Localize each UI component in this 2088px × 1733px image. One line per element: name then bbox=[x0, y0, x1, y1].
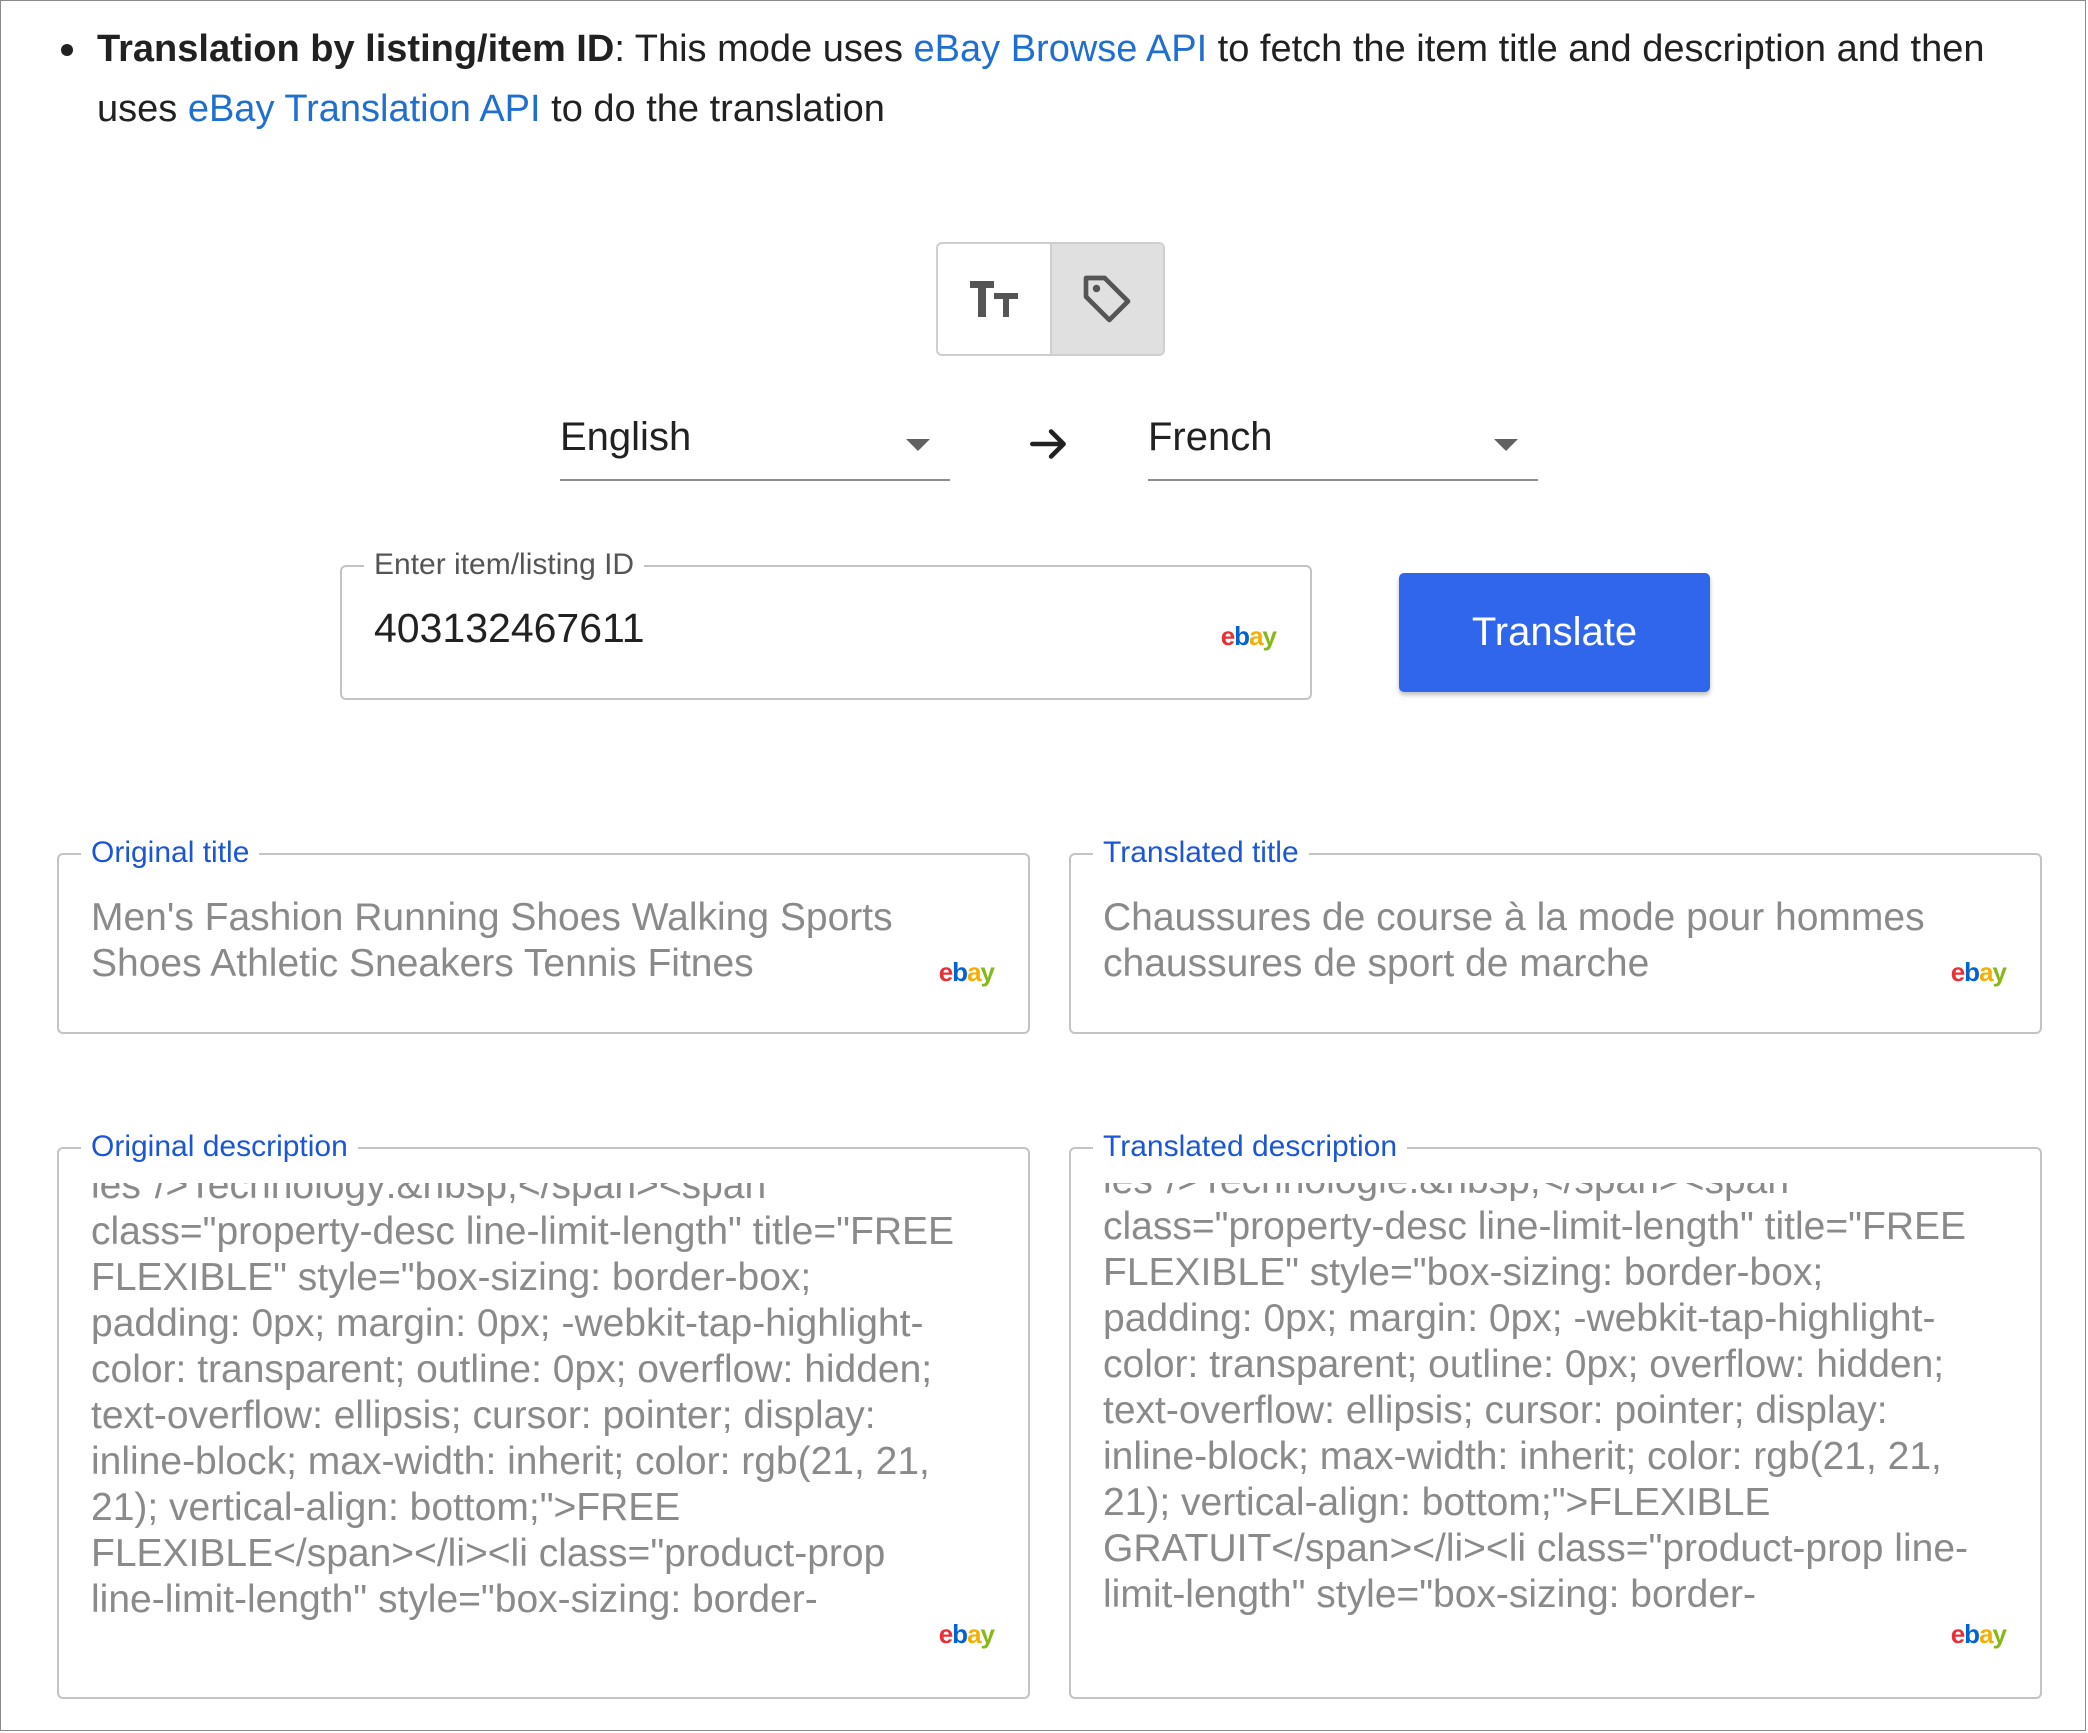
source-language-value: English bbox=[560, 415, 692, 459]
page-frame: Translation by listing/item ID: This mod… bbox=[0, 0, 2086, 1731]
original-description-scroll[interactable]: ies"/>Technology:&nbsp;</span><span clas… bbox=[91, 1183, 958, 1683]
original-description-text: ies"/>Technology:&nbsp;</span><span clas… bbox=[91, 1183, 955, 1621]
listing-mode-button[interactable] bbox=[1049, 244, 1163, 354]
original-title-field: Original title Men's Fashion Running Sho… bbox=[57, 833, 1030, 1034]
target-language-value: French bbox=[1148, 415, 1273, 459]
chevron-down-icon bbox=[1494, 439, 1518, 451]
ebay-logo: ebay bbox=[938, 1619, 995, 1649]
original-title-label: Original title bbox=[81, 833, 260, 873]
translated-title-label: Translated title bbox=[1093, 833, 1309, 873]
target-language-select[interactable]: French bbox=[1148, 405, 1538, 481]
ebay-logo: ebay bbox=[1220, 621, 1277, 651]
original-description-label: Original description bbox=[81, 1127, 358, 1167]
source-language-select[interactable]: English bbox=[560, 405, 950, 481]
intro-text: Translation by listing/item ID: This mod… bbox=[97, 19, 2057, 139]
bullet-dot-icon bbox=[61, 44, 73, 56]
browse-api-link[interactable]: eBay Browse API bbox=[914, 28, 1208, 70]
item-id-input[interactable] bbox=[374, 605, 1174, 652]
ebay-logo: ebay bbox=[1950, 1619, 2007, 1649]
original-description-field: Original description ies"/>Technology:&n… bbox=[57, 1127, 1030, 1699]
translated-title-text[interactable]: Chaussures de course à la mode pour homm… bbox=[1103, 895, 1950, 987]
item-id-label: Enter item/listing ID bbox=[364, 545, 645, 585]
intro-text-1: : This mode uses bbox=[614, 28, 914, 70]
intro-bold-label: Translation by listing/item ID bbox=[97, 28, 615, 70]
original-title-text[interactable]: Men's Fashion Running Shoes Walking Spor… bbox=[91, 895, 958, 987]
translated-description-label: Translated description bbox=[1093, 1127, 1408, 1167]
translated-description-text: ies"/>Technologie:&nbsp;</span><span cla… bbox=[1103, 1183, 1969, 1616]
text-size-icon bbox=[969, 281, 1018, 317]
translated-title-field: Translated title Chaussures de course à … bbox=[1069, 833, 2042, 1034]
chevron-down-icon bbox=[906, 439, 930, 451]
translated-description-scroll[interactable]: ies"/>Technologie:&nbsp;</span><span cla… bbox=[1103, 1183, 1970, 1683]
translated-description-field: Translated description ies"/>Technologie… bbox=[1069, 1127, 2042, 1699]
intro-text-3: to do the translation bbox=[540, 88, 885, 130]
text-mode-button[interactable] bbox=[938, 244, 1050, 354]
item-id-field: Enter item/listing ID ebay bbox=[340, 545, 1312, 700]
ebay-logo: ebay bbox=[1950, 957, 2007, 987]
mode-toggle bbox=[936, 242, 1165, 356]
ebay-logo: ebay bbox=[938, 957, 995, 987]
translation-api-link[interactable]: eBay Translation API bbox=[188, 88, 541, 130]
translate-button[interactable]: Translate bbox=[1399, 573, 1710, 692]
arrow-right-icon bbox=[1030, 429, 1066, 459]
tag-icon bbox=[1083, 275, 1131, 323]
